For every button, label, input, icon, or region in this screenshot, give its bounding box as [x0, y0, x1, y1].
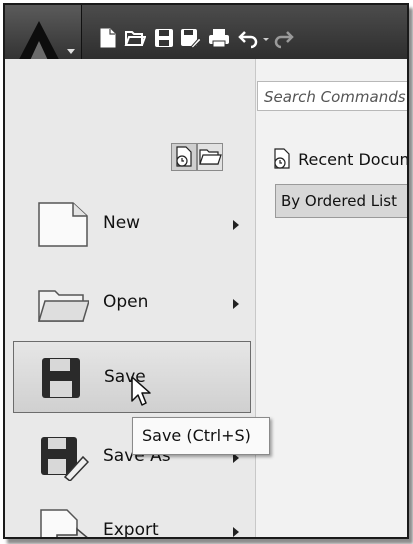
submenu-arrow-icon	[233, 220, 239, 230]
application-menu-window: Search Commands New Open Save Save As Ex…	[3, 3, 409, 539]
open-documents-icon	[199, 149, 222, 165]
save-icon	[42, 358, 80, 398]
open-documents-toggle[interactable]	[197, 143, 223, 171]
save-tooltip: Save (Ctrl+S)	[132, 417, 270, 455]
recent-documents-label: Recent Documents	[298, 150, 407, 169]
recent-documents-panel	[255, 59, 407, 537]
print-icon[interactable]	[208, 27, 230, 49]
mouse-pointer-icon	[131, 376, 151, 406]
submenu-arrow-icon	[233, 299, 239, 309]
new-icon[interactable]	[97, 27, 119, 49]
menu-item-export[interactable]: Export	[13, 495, 251, 539]
undo-dropdown-icon[interactable]	[261, 27, 271, 49]
undo-icon[interactable]	[237, 27, 259, 49]
chevron-down-icon	[67, 49, 75, 54]
search-input[interactable]: Search Commands	[257, 81, 407, 111]
export-icon	[40, 509, 88, 537]
menu-item-open[interactable]: Open	[13, 267, 251, 339]
save-as-icon	[41, 437, 89, 481]
save-icon[interactable]	[153, 27, 175, 49]
redo-icon[interactable]	[273, 27, 295, 49]
menu-item-new[interactable]: New	[13, 188, 251, 260]
order-by-dropdown[interactable]: By Ordered List	[275, 184, 407, 218]
new-document-icon	[38, 202, 88, 247]
save-as-icon[interactable]	[179, 27, 201, 49]
recent-documents-icon	[274, 148, 290, 169]
recent-documents-header[interactable]: Recent Documents	[271, 147, 407, 169]
recent-documents-icon	[176, 146, 192, 167]
folder-icon	[37, 290, 89, 322]
menu-item-label: New	[103, 213, 141, 233]
menu-item-label: Open	[103, 292, 149, 312]
menu-item-label: Export	[103, 520, 159, 539]
recent-documents-toggle[interactable]	[171, 143, 197, 171]
open-icon[interactable]	[124, 27, 146, 49]
submenu-arrow-icon	[233, 527, 239, 537]
